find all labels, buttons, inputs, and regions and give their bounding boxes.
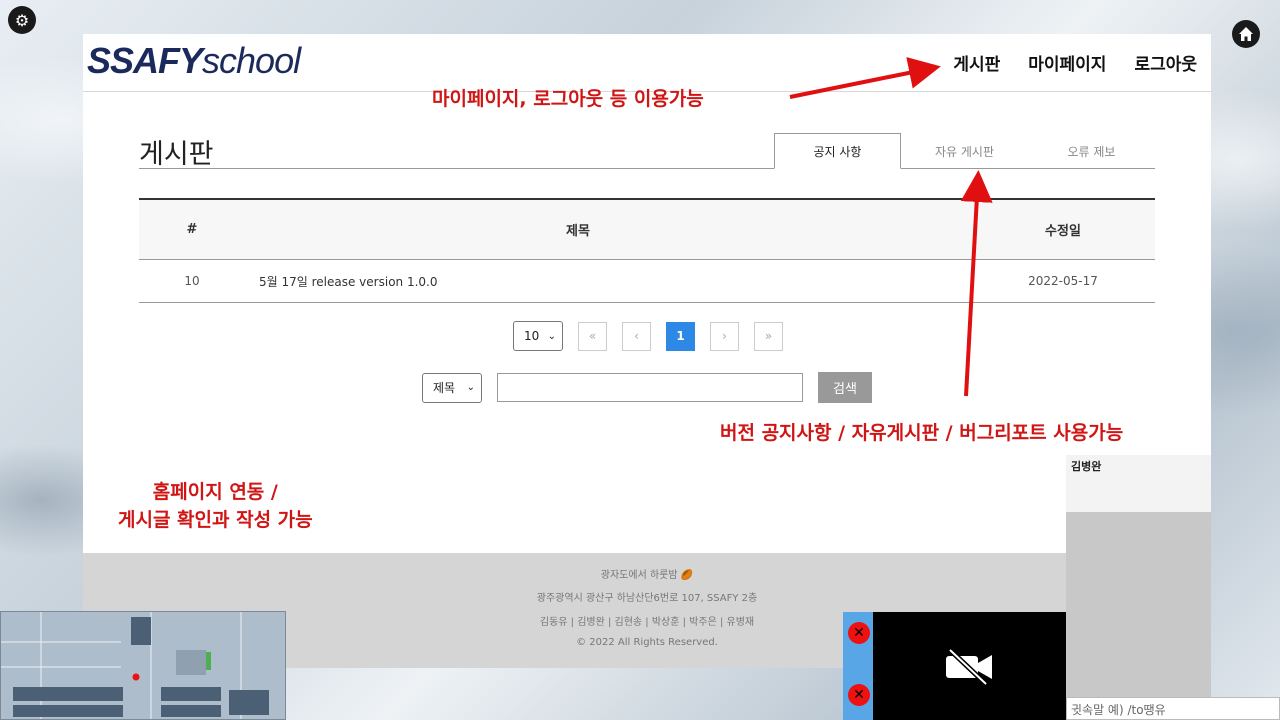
top-nav: 게시판 마이페이지 로그아웃 xyxy=(953,50,1197,75)
page-size-value: 10 xyxy=(524,329,540,343)
chat-input[interactable]: 귓속말 예) /to땡유 xyxy=(1066,697,1280,720)
web-page: SSAFYschool 게시판 마이페이지 로그아웃 게시판 공지 사항 자유 … xyxy=(83,34,1211,668)
pagination: 10 ⌄ « ‹ 1 › » xyxy=(513,321,783,351)
minimap-canvas xyxy=(1,612,285,719)
chat-panel: 김병완 xyxy=(1066,455,1211,700)
chat-user: 김병완 xyxy=(1066,455,1211,512)
video-feed xyxy=(873,612,1066,720)
nav-mypage[interactable]: 마이페이지 xyxy=(1028,50,1106,75)
row-title[interactable]: 5월 17일 release version 1.0.0 xyxy=(245,273,971,290)
logo[interactable]: SSAFYschool xyxy=(87,40,301,82)
footer-line1: 광자도에서 하룻밤 🏉 xyxy=(600,570,694,581)
nav-logout[interactable]: 로그아웃 xyxy=(1134,50,1197,75)
video-participant-list: ✕ ✕ xyxy=(843,612,873,720)
annotation-left: 홈페이지 연동 / 게시글 확인과 작성 가능 xyxy=(118,478,313,534)
footer-line2: 광주광역시 광산구 하남산단6번로 107, SSAFY 2층 xyxy=(536,593,758,604)
logo-part1: SSAFY xyxy=(87,40,203,81)
camera-off-icon: ✕ xyxy=(848,622,870,644)
page-next-button[interactable]: › xyxy=(710,321,739,351)
nav-board[interactable]: 게시판 xyxy=(953,50,1000,75)
search-field-select[interactable]: 제목 ⌄ xyxy=(422,372,482,403)
tab-free-board[interactable]: 자유 게시판 xyxy=(901,133,1028,169)
row-date: 2022-05-17 xyxy=(1028,274,1098,288)
table-header: # 제목 수정일 xyxy=(139,198,1155,260)
search-button[interactable]: 검색 xyxy=(818,372,872,403)
logo-part2: school xyxy=(202,40,301,81)
settings-button[interactable]: ⚙ xyxy=(8,6,36,34)
search-input[interactable] xyxy=(497,373,803,402)
search-field-value: 제목 xyxy=(433,381,456,395)
gear-icon: ⚙ xyxy=(14,10,30,30)
table-row[interactable]: 10 5월 17일 release version 1.0.0 2022-05-… xyxy=(139,260,1155,303)
home-icon xyxy=(1239,27,1253,41)
tab-bug-report[interactable]: 오류 제보 xyxy=(1028,133,1155,169)
chevron-down-icon: ⌄ xyxy=(466,382,475,393)
camera-off-icon xyxy=(945,648,992,686)
page-last-button[interactable]: » xyxy=(754,321,783,351)
row-num: 10 xyxy=(184,274,200,288)
annotation-left-line1: 홈페이지 연동 / xyxy=(152,481,278,503)
annotation-left-line2: 게시글 확인과 작성 가능 xyxy=(118,509,313,531)
page-first-button[interactable]: « xyxy=(578,321,607,351)
col-date: 수정일 xyxy=(1045,224,1081,239)
annotation-top: 마이페이지, 로그아웃 등 이용가능 xyxy=(432,88,704,110)
tab-notice[interactable]: 공지 사항 xyxy=(774,133,901,169)
page-current-button[interactable]: 1 xyxy=(666,321,695,351)
home-button[interactable] xyxy=(1232,20,1260,48)
chevron-down-icon: ⌄ xyxy=(547,330,556,342)
camera-off-icon: ✕ xyxy=(848,684,870,706)
page-title: 게시판 xyxy=(139,139,214,170)
col-num: # xyxy=(186,222,198,237)
page-prev-button[interactable]: ‹ xyxy=(622,321,651,351)
minimap[interactable] xyxy=(0,611,286,720)
col-title: 제목 xyxy=(566,224,590,239)
post-table: # 제목 수정일 10 5월 17일 release version 1.0.0… xyxy=(139,198,1155,303)
page-size-select[interactable]: 10 ⌄ xyxy=(513,321,563,351)
annotation-right: 버전 공지사항 / 자유게시판 / 버그리포트 사용가능 xyxy=(720,422,1124,444)
search-bar: 제목 ⌄ 검색 xyxy=(422,372,872,403)
board-tabs: 공지 사항 자유 게시판 오류 제보 xyxy=(774,133,1155,169)
